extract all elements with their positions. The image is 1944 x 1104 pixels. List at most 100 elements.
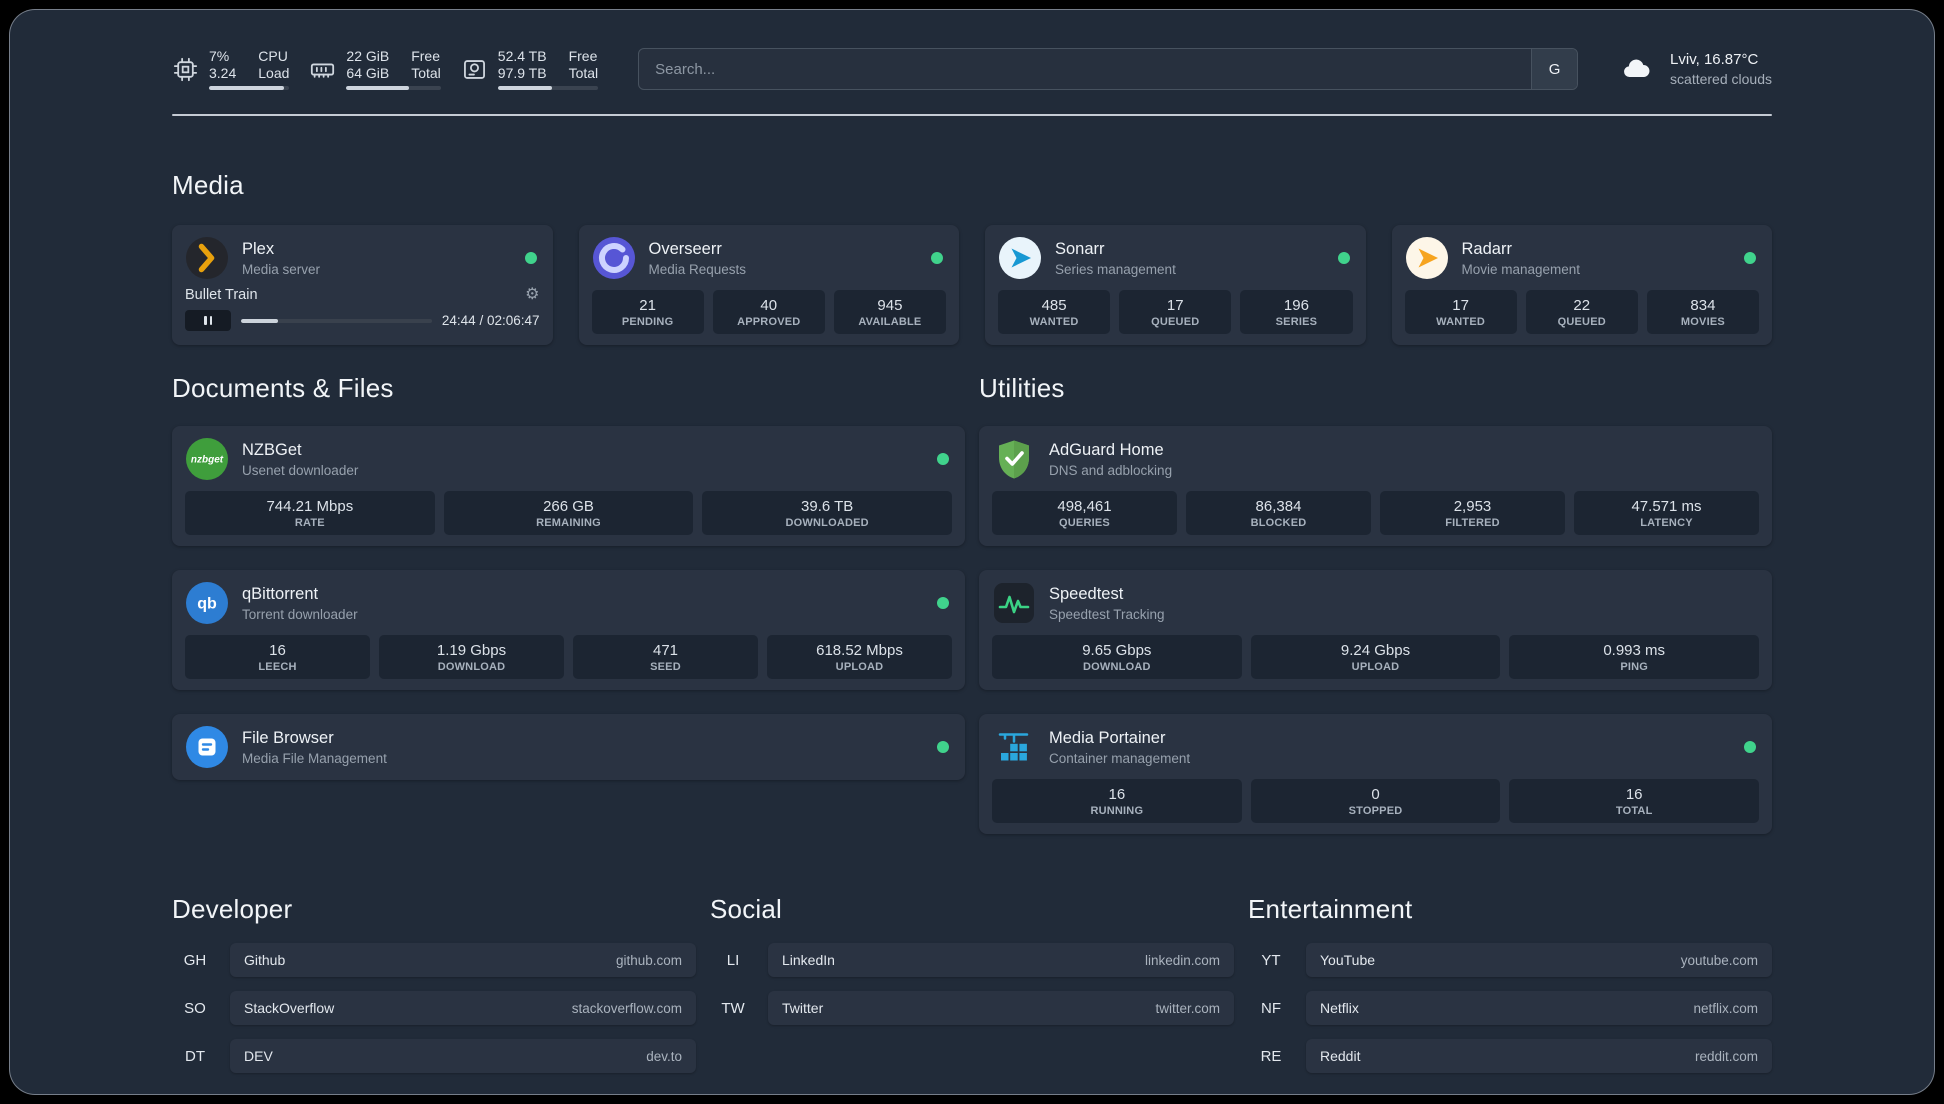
resource-disk: 52.4 TB Free 97.9 TB Total [461, 48, 599, 90]
overseerr-icon [592, 236, 636, 280]
playback-progress-bar[interactable] [241, 318, 432, 323]
stat-tile: 618.52 Mbps UPLOAD [767, 635, 952, 679]
bookmark-youtube[interactable]: YT YouTube youtube.com [1248, 943, 1772, 977]
stat-tile: 1.19 Gbps DOWNLOAD [379, 635, 564, 679]
service-name: AdGuard Home [1049, 440, 1164, 459]
stat-tile: 16 LEECH [185, 635, 370, 679]
radarr-icon [1405, 236, 1449, 280]
section-title-entertainment: Entertainment [1248, 894, 1413, 924]
bookmark-name: YouTube [1320, 952, 1376, 968]
bookmark-group-developer: Developer GH Github github.com SO StackO… [172, 894, 696, 1087]
status-dot [937, 597, 949, 609]
weather-widget: Lviv, 16.87°C scattered clouds [1614, 51, 1772, 87]
status-dot [937, 453, 949, 465]
stat-tile: 22 QUEUED [1525, 290, 1638, 334]
stat-tile: 16 TOTAL [1509, 779, 1760, 823]
bookmark-abbr: NF [1261, 999, 1281, 1017]
cpu-usage-label: CPU [258, 48, 288, 64]
cpu-load-label: Load [258, 65, 290, 81]
service-card-adguard[interactable]: AdGuard Home DNS and adblocking 498,461 … [979, 426, 1772, 546]
bookmark-name: LinkedIn [782, 952, 835, 968]
now-playing-title: Bullet Train [185, 287, 258, 303]
speedtest-icon [992, 581, 1036, 625]
stat-tile: 0.993 ms PING [1509, 635, 1760, 679]
stat-tile: 17 WANTED [1404, 290, 1517, 334]
service-name: Radarr [1461, 239, 1512, 258]
disk-total-value: 97.9 TB [497, 65, 547, 81]
service-card-overseerr[interactable]: Overseerr Media Requests 21 PENDING 40 A… [578, 225, 959, 345]
memory-icon [311, 63, 335, 78]
section-title-developer: Developer [172, 894, 293, 924]
stat-tile: 266 GB REMAINING [443, 491, 694, 535]
stat-tile: 47.571 ms LATENCY [1574, 491, 1759, 535]
status-dot [1744, 252, 1756, 264]
search-provider-button[interactable]: G [1531, 49, 1578, 89]
bookmark-reddit[interactable]: RE Reddit reddit.com [1248, 1039, 1772, 1073]
service-card-qbittorrent[interactable]: qb qBittorrent Torrent downloader 16 LEE… [172, 570, 965, 690]
cpu-icon [173, 57, 198, 81]
bookmark-github[interactable]: GH Github github.com [172, 943, 696, 977]
service-card-plex[interactable]: Plex Media server Bullet Train ⚙ 24:44 /… [172, 225, 553, 345]
memory-total-value: 64 GiB [346, 65, 390, 81]
resource-memory: 22 GiB Free 64 GiB Total [309, 48, 441, 90]
status-dot [931, 252, 943, 264]
bookmark-url: stackoverflow.com [571, 1000, 682, 1016]
bookmark-name: Netflix [1320, 1000, 1359, 1016]
service-description: Container management [1049, 750, 1191, 766]
bookmark-name: Twitter [782, 1000, 824, 1016]
service-card-portainer[interactable]: Media Portainer Container management 16 … [979, 714, 1772, 834]
weather-condition: scattered clouds [1670, 71, 1772, 87]
service-card-radarr[interactable]: Radarr Movie management 17 WANTED 22 QUE… [1391, 225, 1772, 345]
section-title-media: Media [172, 170, 244, 200]
dashboard-frame: 7% CPU 3.24 Load 22 GiB Free 64 GiB Tota… [0, 0, 1944, 1104]
stat-tile: 744.21 Mbps RATE [185, 491, 435, 535]
service-name: Media Portainer [1049, 728, 1166, 747]
bookmark-twitter[interactable]: TW Twitter twitter.com [710, 991, 1234, 1025]
bookmark-name: Reddit [1320, 1048, 1361, 1064]
resources-widget: 7% CPU 3.24 Load 22 GiB Free 64 GiB Tota… [172, 48, 599, 90]
service-card-filebrowser[interactable]: File Browser Media File Management [172, 714, 965, 780]
adguard-icon [992, 437, 1036, 481]
service-name: Speedtest [1049, 584, 1124, 603]
service-description: Series management [1055, 261, 1176, 277]
section-media: Media Plex Media server Bullet Train ⚙ 2… [172, 170, 1772, 345]
status-dot [1337, 252, 1350, 264]
service-name: File Browser [242, 728, 334, 747]
disk-total-label: Total [568, 65, 599, 81]
service-name: Overseerr [648, 239, 722, 258]
plex-icon [185, 236, 229, 280]
qbittorrent-icon: qb [185, 581, 229, 625]
memory-free-value: 22 GiB [346, 48, 390, 64]
search-bar: G [638, 48, 1579, 90]
service-description: Media Requests [648, 261, 747, 277]
bookmark-abbr: SO [184, 999, 206, 1017]
memory-total-label: Total [411, 65, 441, 81]
service-description: Media server [242, 261, 321, 277]
nzbget-icon: nzbget [185, 437, 229, 481]
bookmark-url: github.com [615, 952, 682, 968]
bookmark-linkedin[interactable]: LI LinkedIn linkedin.com [710, 943, 1234, 977]
section-title-social: Social [710, 894, 783, 924]
stat-tile: 2,953 FILTERED [1380, 491, 1565, 535]
bookmark-netflix[interactable]: NF Netflix netflix.com [1248, 991, 1772, 1025]
disk-bar [497, 86, 599, 90]
svg-text:qb: qb [197, 596, 217, 613]
top-bar: 7% CPU 3.24 Load 22 GiB Free 64 GiB Tota… [172, 48, 1772, 90]
bookmark-dev[interactable]: DT DEV dev.to [172, 1039, 696, 1073]
service-card-nzbget[interactable]: nzbget NZBGet Usenet downloader 744.21 M… [172, 426, 965, 546]
playback-time: 24:44 / 02:06:47 [441, 313, 540, 328]
bookmark-abbr: LI [726, 951, 740, 969]
bookmark-stackoverflow[interactable]: SO StackOverflow stackoverflow.com [172, 991, 696, 1025]
disk-icon [463, 59, 485, 79]
bookmark-abbr: GH [183, 951, 207, 969]
header-divider [172, 114, 1772, 116]
cpu-load-value: 3.24 [209, 65, 237, 81]
pause-button[interactable] [185, 310, 231, 331]
settings-icon[interactable]: ⚙ [525, 287, 539, 303]
section-title-documents: Documents & Files [172, 373, 394, 403]
stat-tile: 0 STOPPED [1250, 779, 1501, 823]
stat-tile: 9.24 Gbps UPLOAD [1250, 635, 1501, 679]
service-card-sonarr[interactable]: Sonarr Series management 485 WANTED 17 Q… [985, 225, 1366, 345]
search-input[interactable] [639, 49, 1532, 89]
service-card-speedtest[interactable]: Speedtest Speedtest Tracking 9.65 Gbps D… [979, 570, 1772, 690]
